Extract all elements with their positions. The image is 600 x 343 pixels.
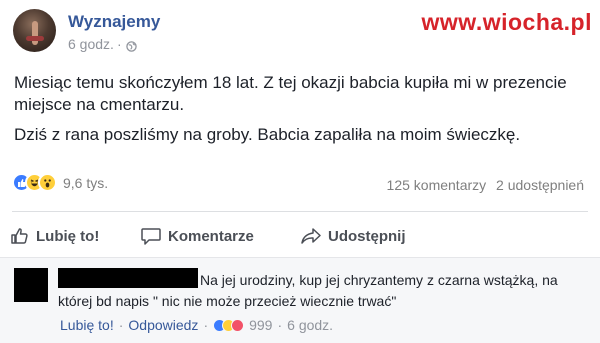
thumbs-up-icon <box>11 228 28 244</box>
divider <box>12 211 588 212</box>
watermark: www.wiocha.pl <box>421 9 592 35</box>
like-button-label: Lubię to! <box>36 227 100 245</box>
comment-time[interactable]: 6 godz. <box>287 317 333 333</box>
comment-actions: Lubię to! · Odpowiedz · 999 · 6 godz. <box>60 317 333 333</box>
share-arrow-icon <box>301 228 321 244</box>
comment-text: Na jej urodziny, kup jej chryzantemy z c… <box>58 272 558 309</box>
post-stats: 125 komentarzy 2 udostępnień <box>387 177 584 193</box>
share-button-label: Udostępnij <box>328 227 406 245</box>
page-avatar[interactable] <box>13 9 56 52</box>
comment-reactions[interactable] <box>213 318 245 332</box>
comment-like-link[interactable]: Lubię to! <box>60 317 114 333</box>
post-meta: 6 godz. · <box>68 36 137 52</box>
comments-count-link[interactable]: 125 komentarzy <box>387 177 487 193</box>
comment-reply-link[interactable]: Odpowiedz <box>128 317 198 333</box>
post-actions: Lubię to! Komentarze Udostępnij <box>10 226 406 246</box>
avatar-finger <box>32 21 38 45</box>
like-button[interactable]: Lubię to! <box>10 226 140 246</box>
post-paragraph: Miesiąc temu skończyłem 18 lat. Z tej ok… <box>14 73 567 114</box>
comment-reaction-count: 999 <box>249 317 273 333</box>
comment-section: Na jej urodziny, kup jej chryzantemy z c… <box>0 257 600 343</box>
meta-separator: · <box>116 36 122 52</box>
comment-separator: · <box>203 317 209 333</box>
comment-separator: · <box>118 317 124 333</box>
page-name-link[interactable]: Wyznajemy <box>68 12 160 32</box>
post-paragraph: Dziś z rana poszliśmy na groby. Babcia z… <box>14 125 521 144</box>
wow-icon <box>38 173 57 192</box>
share-button[interactable]: Udostępnij <box>300 226 406 246</box>
comment-icon <box>141 228 161 245</box>
post-text: Miesiąc temu skończyłem 18 lat. Z tej ok… <box>14 72 589 154</box>
avatar-lips <box>26 36 44 41</box>
comment-button-label: Komentarze <box>168 227 254 245</box>
globe-icon <box>125 39 137 52</box>
comment-avatar-redacted[interactable] <box>14 268 48 302</box>
comment-button[interactable]: Komentarze <box>140 226 300 246</box>
comment-separator: · <box>277 317 283 333</box>
reaction-count: 9,6 tys. <box>63 174 109 191</box>
love-icon <box>231 318 245 332</box>
post-time[interactable]: 6 godz. <box>68 36 114 52</box>
shares-count-link[interactable]: 2 udostępnień <box>496 177 584 193</box>
reactions-summary[interactable]: 9,6 tys. <box>12 173 108 192</box>
